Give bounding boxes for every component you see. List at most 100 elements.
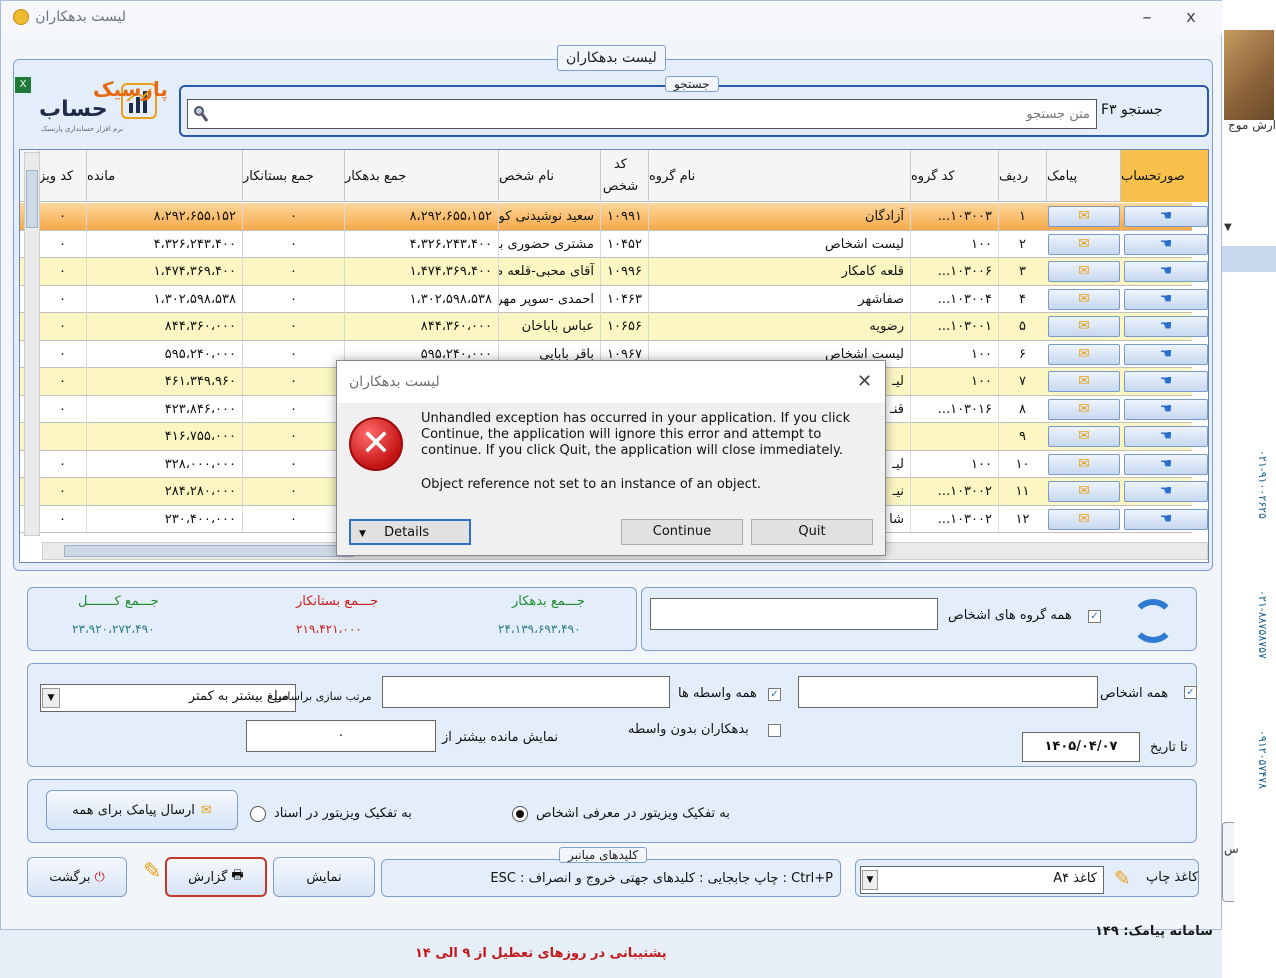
all-persons-checkbox[interactable]: ✓	[1184, 686, 1197, 699]
sms-envelope-icon[interactable]: ✉	[1048, 316, 1120, 337]
search-icon[interactable]	[193, 105, 209, 123]
table-row[interactable]: ☚✉۴۱۰۳۰۰۴...صفاشهر۱۰۴۶۳احمدی -سوپر مهرگا…	[20, 285, 1208, 313]
sms-envelope-icon[interactable]: ✉	[1048, 288, 1120, 310]
table-cell: ۷	[998, 368, 1046, 395]
sms-envelope-icon[interactable]: ✉	[1048, 261, 1120, 282]
quit-button[interactable]: Quit	[751, 519, 873, 545]
table-cell: ۱۰۳۰۰۲...	[910, 478, 998, 505]
app-icon	[13, 9, 29, 25]
edit-paper-icon[interactable]: ✎	[1114, 866, 1131, 890]
statement-hand-icon[interactable]: ☚	[1124, 426, 1208, 447]
search-input[interactable]	[187, 99, 1097, 129]
intermediary-select-box[interactable]	[382, 676, 670, 708]
column-header[interactable]: جمع بستانکار	[242, 150, 344, 202]
table-row[interactable]: ☚✉۱۱۰۳۰۰۳...آزادگان۱۰۹۹۱سعید نوشیدنی کوه…	[20, 203, 1208, 231]
pencil-icon[interactable]: ✎	[143, 859, 163, 893]
back-button[interactable]: ⏻ برگشت	[27, 857, 127, 897]
dialog-close-button[interactable]: ✕	[857, 371, 872, 392]
logo-text: حساب	[39, 97, 108, 122]
total-value: ۲۳،۹۲۰،۲۷۲،۴۹۰	[72, 622, 155, 636]
sms-envelope-icon[interactable]: ✉	[1048, 398, 1120, 420]
table-row[interactable]: ☚ ✉ ۵ ۱۰۳۰۰۱... رضویه ۱۰۶۵۶ عباس باباخان ۸۴۴،۳۶…	[20, 313, 1208, 341]
column-header[interactable]: مانده	[86, 150, 242, 202]
continue-button[interactable]: Continue	[621, 519, 743, 545]
table-cell: ۰	[242, 395, 344, 423]
sort-select[interactable]: مبلغ بیشتر به کمتر	[40, 684, 296, 712]
horizontal-scroll-thumb[interactable]	[64, 545, 354, 557]
chevron-down-icon[interactable]: ▼	[42, 688, 60, 708]
sms-envelope-icon[interactable]: ✉	[1048, 508, 1120, 530]
sms-envelope-icon[interactable]: ✉	[1048, 206, 1120, 227]
sms-envelope-icon[interactable]: ✉	[1048, 371, 1120, 392]
column-header[interactable]: نام شخص	[498, 150, 600, 202]
send-sms-all-button[interactable]: ✉ ارسال پیامک برای همه	[46, 790, 238, 830]
table-cell: ۰	[242, 423, 344, 450]
radio-by-documents[interactable]	[250, 806, 266, 822]
column-header[interactable]: کد ویز	[38, 150, 86, 202]
all-groups-checkbox[interactable]: ✓	[1088, 610, 1101, 623]
column-header[interactable]: صورتحساب	[1120, 150, 1208, 202]
table-cell: ۱۰۰	[910, 230, 998, 258]
report-button[interactable]: 🖶 گزارش	[165, 857, 267, 897]
statement-hand-icon[interactable]: ☚	[1124, 481, 1208, 502]
radio-by-persons[interactable]	[512, 806, 528, 822]
table-cell: ۰	[38, 340, 86, 368]
to-date-input[interactable]: ۱۴۰۵/۰۴/۰۷	[1022, 732, 1140, 762]
statement-hand-icon[interactable]: ☚	[1124, 233, 1208, 255]
chevron-down-icon[interactable]: ▼	[862, 870, 878, 890]
statement-hand-icon[interactable]: ☚	[1124, 453, 1208, 475]
statement-hand-icon[interactable]: ☚	[1124, 288, 1208, 310]
table-cell: ۸۴۴،۳۶۰،۰۰۰	[86, 313, 242, 340]
chevron-down-icon[interactable]: ▼	[1224, 222, 1232, 233]
column-header[interactable]: کد گروه	[910, 150, 998, 202]
refresh-icon[interactable]	[1131, 599, 1175, 643]
radio-by-persons-label: به تفکیک ویزیتور در معرفی اشخاص	[536, 806, 730, 821]
table-cell: ۱۰۳۰۰۴...	[910, 285, 998, 313]
sms-envelope-icon[interactable]: ✉	[1048, 233, 1120, 255]
no-intermediary-checkbox[interactable]	[768, 724, 781, 737]
person-select-box[interactable]	[798, 676, 1098, 708]
statement-hand-icon[interactable]: ☚	[1124, 343, 1208, 365]
statement-hand-icon[interactable]: ☚	[1124, 508, 1208, 530]
total-label: جـــمع کـــــــل	[78, 594, 159, 609]
table-cell: ۰	[38, 395, 86, 423]
sms-envelope-icon[interactable]: ✉	[1048, 343, 1120, 365]
column-header[interactable]: نام گروه	[648, 150, 910, 202]
title-bar[interactable]	[1, 1, 1223, 35]
sms-envelope-icon[interactable]: ✉	[1048, 481, 1120, 502]
min-balance-input[interactable]: ۰	[246, 720, 436, 752]
column-header[interactable]: کد شخص	[600, 150, 648, 202]
sms-envelope-icon[interactable]: ✉	[1048, 453, 1120, 475]
side-button[interactable]	[1222, 822, 1234, 902]
column-header[interactable]: ردیف	[998, 150, 1046, 202]
show-button[interactable]: نمایش	[273, 857, 375, 897]
sms-envelope-icon[interactable]: ✉	[1048, 426, 1120, 447]
table-cell: سعید نوشیدنی کوه ...	[498, 203, 600, 230]
statement-hand-icon[interactable]: ☚	[1124, 398, 1208, 420]
minimize-button[interactable]: –	[1137, 7, 1157, 29]
close-button[interactable]: x	[1181, 7, 1201, 29]
column-header[interactable]: پیامک	[1046, 150, 1120, 202]
all-intermediaries-checkbox[interactable]: ✓	[768, 688, 781, 701]
table-cell: ۵۹۵،۲۴۰،۰۰۰	[86, 340, 242, 368]
table-cell: ۴،۳۲۶،۲۴۳،۴۰۰	[344, 230, 498, 258]
group-select-box[interactable]	[650, 598, 938, 630]
table-cell: ۸۴۴،۳۶۰،۰۰۰	[344, 313, 498, 340]
details-button[interactable]: ▼ Details	[349, 519, 471, 545]
back-label: برگشت	[49, 869, 91, 885]
sms-line-text: سامانه پیامک: ۱۴۹	[1095, 924, 1213, 939]
table-cell: ۱۰۳۰۱۶...	[910, 395, 998, 423]
support-notice: پشتیبانی در روزهای تعطیل از ۹ الی ۱۴	[415, 946, 667, 961]
paper-select[interactable]: کاغذ A۴	[860, 866, 1104, 894]
excel-icon[interactable]: X	[15, 77, 31, 93]
table-row[interactable]: ☚ ✉ ۳ ۱۰۳۰۰۶... قلعه کامکار ۱۰۹۹۶ آقای محبی-قل…	[20, 258, 1208, 286]
vertical-scroll-thumb[interactable]	[26, 170, 38, 228]
to-date-label: تا تاریخ	[1150, 740, 1188, 755]
table-cell: ۰	[242, 313, 344, 340]
statement-hand-icon[interactable]: ☚	[1124, 206, 1208, 227]
statement-hand-icon[interactable]: ☚	[1124, 316, 1208, 337]
table-row[interactable]: ☚✉۲۱۰۰لیست اشخاص۱۰۴۵۲مشتری حضوری بنکد...…	[20, 230, 1208, 258]
column-header[interactable]: جمع بدهکار	[344, 150, 498, 202]
statement-hand-icon[interactable]: ☚	[1124, 261, 1208, 282]
statement-hand-icon[interactable]: ☚	[1124, 371, 1208, 392]
